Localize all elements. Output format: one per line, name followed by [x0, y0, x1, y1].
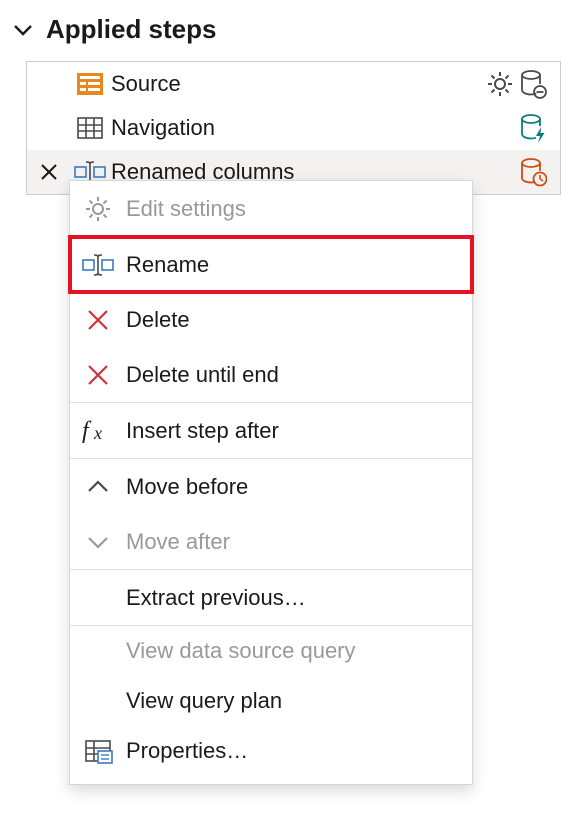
menu-label: View query plan	[126, 688, 472, 714]
menu-edit-settings: Edit settings	[70, 181, 472, 236]
menu-label: Move after	[126, 529, 472, 555]
applied-steps-header[interactable]: Applied steps	[0, 0, 575, 61]
step-label: Source	[109, 71, 485, 97]
menu-delete[interactable]: Delete	[70, 292, 472, 347]
menu-properties[interactable]: Properties…	[70, 726, 472, 776]
rename-icon	[70, 251, 126, 279]
gear-icon	[70, 194, 126, 224]
svg-text:x: x	[93, 423, 102, 443]
applied-steps-panel: Source	[26, 61, 561, 195]
menu-label: Rename	[126, 252, 472, 278]
database-lightning-icon[interactable]	[519, 112, 547, 144]
menu-label: Insert step after	[126, 418, 472, 444]
menu-extract-previous[interactable]: Extract previous…	[70, 570, 472, 625]
delete-x-icon	[70, 307, 126, 333]
applied-steps-title: Applied steps	[46, 14, 216, 45]
delete-x-icon	[70, 362, 126, 388]
fx-icon: f x	[70, 418, 126, 444]
menu-label: Extract previous…	[126, 585, 472, 611]
delete-step-icon[interactable]	[38, 161, 60, 183]
chevron-up-icon	[70, 474, 126, 500]
menu-label: View data source query	[126, 638, 472, 664]
menu-move-after: Move after	[70, 514, 472, 569]
menu-rename[interactable]: Rename	[70, 237, 472, 292]
menu-label: Delete	[126, 307, 472, 333]
source-icon	[71, 69, 109, 99]
menu-label: Delete until end	[126, 362, 472, 388]
step-navigation[interactable]: Navigation	[27, 106, 560, 150]
menu-delete-until-end[interactable]: Delete until end	[70, 347, 472, 402]
step-label: Navigation	[109, 115, 519, 141]
chevron-down-icon	[10, 17, 36, 43]
step-source[interactable]: Source	[27, 62, 560, 106]
chevron-down-icon	[70, 529, 126, 555]
context-menu: Edit settings Rename Delete Delete until…	[69, 180, 473, 785]
gear-icon[interactable]	[485, 69, 515, 99]
menu-view-data-source-query: View data source query	[70, 626, 472, 676]
svg-text:f: f	[82, 418, 92, 444]
menu-move-before[interactable]: Move before	[70, 459, 472, 514]
database-minus-icon[interactable]	[519, 68, 547, 100]
menu-insert-step-after[interactable]: f x Insert step after	[70, 403, 472, 458]
menu-label: Edit settings	[126, 196, 472, 222]
database-clock-icon[interactable]	[519, 156, 547, 188]
table-icon	[71, 113, 109, 143]
menu-label: Properties…	[126, 738, 472, 764]
menu-label: Move before	[126, 474, 472, 500]
properties-icon	[70, 736, 126, 766]
menu-view-query-plan[interactable]: View query plan	[70, 676, 472, 726]
